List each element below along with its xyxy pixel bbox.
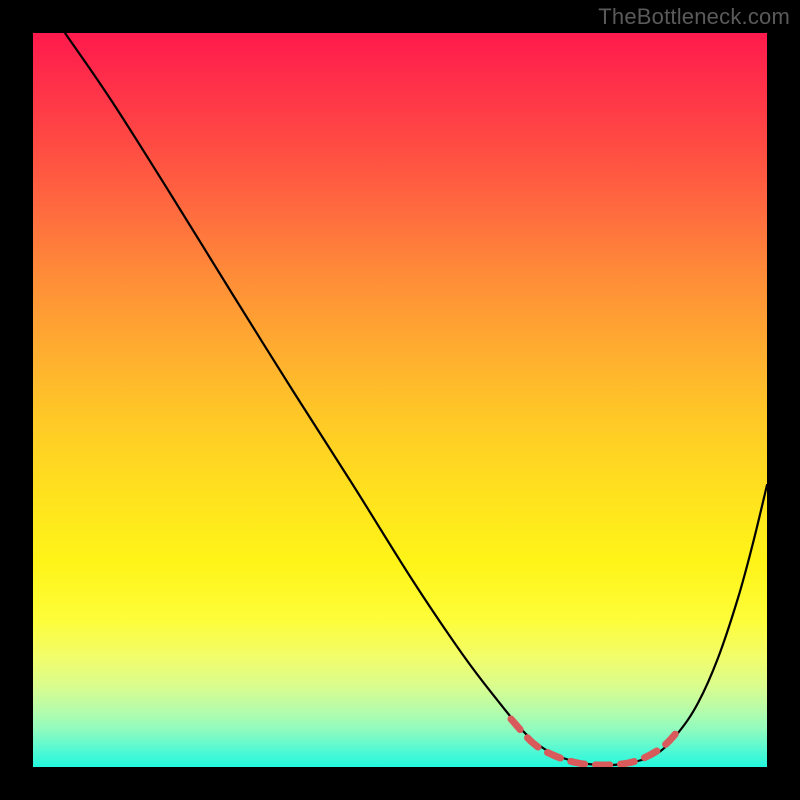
chart-container: TheBottleneck.com (0, 0, 800, 800)
watermark-text: TheBottleneck.com (598, 4, 790, 30)
optimal-region-dash (511, 719, 681, 765)
plot-area (33, 33, 767, 767)
bottleneck-curve (65, 33, 767, 765)
chart-svg (33, 33, 767, 767)
